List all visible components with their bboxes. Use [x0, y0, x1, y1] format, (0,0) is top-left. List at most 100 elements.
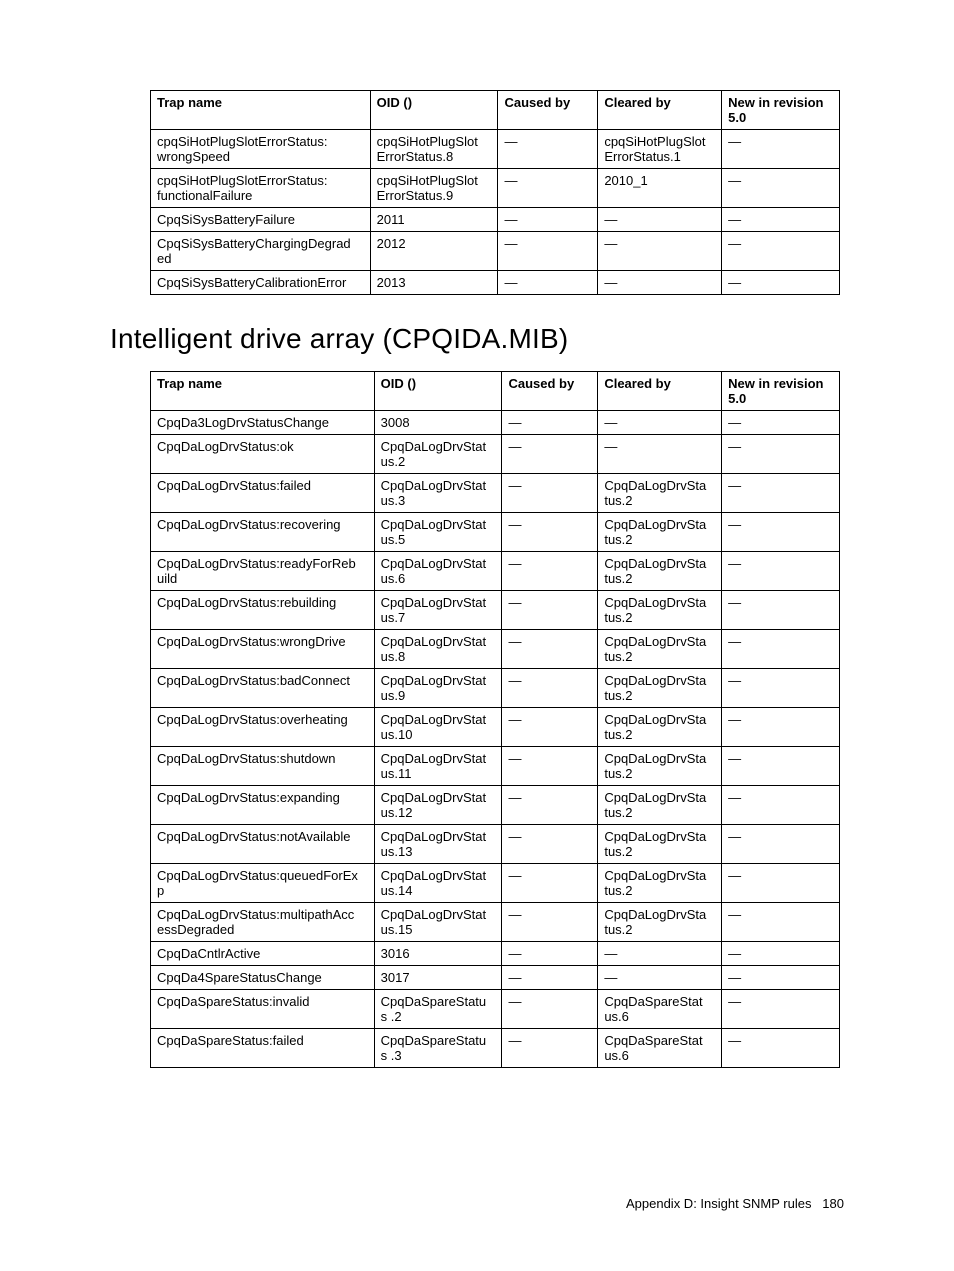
table-cell: —: [502, 630, 598, 669]
table-cell: CpqDaLogDrvSta tus.2: [598, 591, 722, 630]
table-cell: CpqSiSysBatteryCalibrationError: [151, 271, 371, 295]
table-cell: CpqDaCntlrActive: [151, 942, 375, 966]
table-cell: cpqSiHotPlugSlotErrorStatus: functionalF…: [151, 169, 371, 208]
table-cell: —: [498, 232, 598, 271]
table-cell: —: [722, 169, 840, 208]
table-cell: —: [722, 903, 840, 942]
table-cell: CpqDaLogDrvSta tus.2: [598, 747, 722, 786]
table-cell: —: [722, 513, 840, 552]
table-cell: —: [498, 169, 598, 208]
table-cell: —: [502, 1029, 598, 1068]
table-cell: —: [502, 942, 598, 966]
table-cell: CpqDaLogDrvStat us.6: [374, 552, 502, 591]
table-cell: CpqDaLogDrvSta tus.2: [598, 786, 722, 825]
table-cell: CpqDaLogDrvSta tus.2: [598, 630, 722, 669]
col-trap-name: Trap name: [151, 372, 375, 411]
table-cell: —: [502, 708, 598, 747]
table-cell: CpqDa4SpareStatusChange: [151, 966, 375, 990]
table-row: CpqDaLogDrvStatus:queuedForEx pCpqDaLogD…: [151, 864, 840, 903]
table-cell: —: [502, 966, 598, 990]
table-cell: —: [722, 630, 840, 669]
table-row: CpqDaLogDrvStatus:failedCpqDaLogDrvStat …: [151, 474, 840, 513]
table-cell: CpqDaSpareStat us.6: [598, 1029, 722, 1068]
table-cell: —: [598, 232, 722, 271]
table-cell: CpqDaSpareStat us.6: [598, 990, 722, 1029]
table-row: CpqDa3LogDrvStatusChange3008———: [151, 411, 840, 435]
table-cell: —: [502, 747, 598, 786]
table-row: CpqSiSysBatteryFailure2011———: [151, 208, 840, 232]
table-row: CpqSiSysBatteryChargingDegrad ed2012———: [151, 232, 840, 271]
section-heading-cpqida: Intelligent drive array (CPQIDA.MIB): [110, 323, 844, 355]
table-cell: —: [722, 271, 840, 295]
col-cleared-by: Cleared by: [598, 372, 722, 411]
table-cell: CpqDaSpareStatu s .2: [374, 990, 502, 1029]
table-cell: —: [722, 708, 840, 747]
table-cell: CpqDaLogDrvStat us.13: [374, 825, 502, 864]
page-number: 180: [822, 1196, 844, 1211]
table-cell: —: [722, 990, 840, 1029]
table-cell: CpqDaSpareStatus:invalid: [151, 990, 375, 1029]
col-new-in-rev: New in revision 5.0: [722, 372, 840, 411]
table-cell: CpqDa3LogDrvStatusChange: [151, 411, 375, 435]
footer-text: Appendix D: Insight SNMP rules: [626, 1196, 811, 1211]
table-cell: —: [722, 747, 840, 786]
table-cell: CpqDaLogDrvStat us.5: [374, 513, 502, 552]
table-row: CpqDaLogDrvStatus:overheatingCpqDaLogDrv…: [151, 708, 840, 747]
table-cell: 3017: [374, 966, 502, 990]
table-row: CpqDaLogDrvStatus:readyForReb uildCpqDaL…: [151, 552, 840, 591]
table-cell: CpqDaLogDrvStat us.14: [374, 864, 502, 903]
table-cell: —: [498, 130, 598, 169]
table-cell: —: [502, 903, 598, 942]
table-cell: CpqDaLogDrvStat us.10: [374, 708, 502, 747]
table-cell: CpqDaLogDrvSta tus.2: [598, 669, 722, 708]
table-cell: CpqDaLogDrvStatus:shutdown: [151, 747, 375, 786]
table-cell: CpqDaLogDrvStatus:recovering: [151, 513, 375, 552]
table-cell: —: [598, 966, 722, 990]
table-cell: CpqDaLogDrvStat us.3: [374, 474, 502, 513]
table-cell: —: [722, 474, 840, 513]
table-cell: CpqDaLogDrvStatus:expanding: [151, 786, 375, 825]
table-row: cpqSiHotPlugSlotErrorStatus: wrongSpeedc…: [151, 130, 840, 169]
table-cell: CpqDaLogDrvStatus:multipathAcc essDegrad…: [151, 903, 375, 942]
table-cell: —: [498, 208, 598, 232]
table-cell: —: [722, 591, 840, 630]
trap-table-1: Trap name OID () Caused by Cleared by Ne…: [150, 90, 840, 295]
table-cell: 2013: [370, 271, 498, 295]
table-cell: —: [498, 271, 598, 295]
table-cell: CpqDaLogDrvStat us.8: [374, 630, 502, 669]
table-cell: cpqSiHotPlugSlot ErrorStatus.8: [370, 130, 498, 169]
table-row: CpqDaLogDrvStatus:multipathAcc essDegrad…: [151, 903, 840, 942]
table-cell: —: [502, 786, 598, 825]
table-cell: CpqDaLogDrvSta tus.2: [598, 708, 722, 747]
table-header-row: Trap name OID () Caused by Cleared by Ne…: [151, 91, 840, 130]
col-trap-name: Trap name: [151, 91, 371, 130]
table-cell: CpqDaLogDrvStatus:badConnect: [151, 669, 375, 708]
trap-table-2: Trap name OID () Caused by Cleared by Ne…: [150, 371, 840, 1068]
table-cell: CpqDaLogDrvStat us.11: [374, 747, 502, 786]
table-cell: —: [502, 435, 598, 474]
table-cell: —: [722, 232, 840, 271]
table-cell: CpqDaLogDrvStatus:queuedForEx p: [151, 864, 375, 903]
table-cell: —: [502, 864, 598, 903]
table-cell: —: [502, 591, 598, 630]
table-cell: —: [502, 474, 598, 513]
table-cell: —: [722, 552, 840, 591]
col-oid: OID (): [370, 91, 498, 130]
table-row: CpqDaLogDrvStatus:recoveringCpqDaLogDrvS…: [151, 513, 840, 552]
table-cell: CpqDaLogDrvSta tus.2: [598, 864, 722, 903]
table-cell: —: [598, 411, 722, 435]
table-cell: —: [722, 669, 840, 708]
table-row: CpqDa4SpareStatusChange3017———: [151, 966, 840, 990]
table-row: CpqDaLogDrvStatus:okCpqDaLogDrvStat us.2…: [151, 435, 840, 474]
table-cell: 2012: [370, 232, 498, 271]
table-row: CpqDaLogDrvStatus:notAvailableCpqDaLogDr…: [151, 825, 840, 864]
table-cell: —: [722, 435, 840, 474]
table-cell: CpqDaLogDrvStatus:overheating: [151, 708, 375, 747]
table-cell: 2011: [370, 208, 498, 232]
table-cell: —: [722, 786, 840, 825]
table-row: CpqSiSysBatteryCalibrationError2013———: [151, 271, 840, 295]
table-cell: CpqDaLogDrvStatus:ok: [151, 435, 375, 474]
table-cell: CpqDaSpareStatus:failed: [151, 1029, 375, 1068]
table-cell: —: [502, 552, 598, 591]
table-cell: —: [722, 1029, 840, 1068]
